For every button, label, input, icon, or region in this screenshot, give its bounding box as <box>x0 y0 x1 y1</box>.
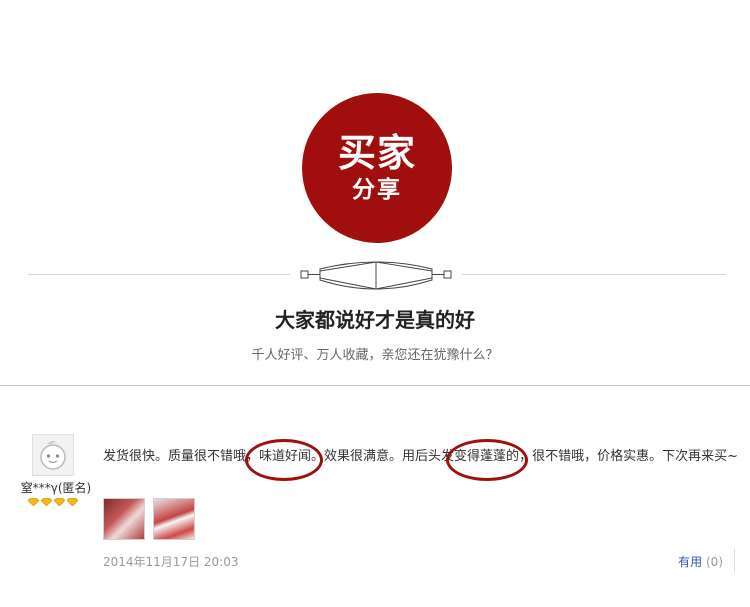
section-heading: 大家都说好才是真的好 <box>275 308 475 332</box>
review-highlight: 味道好闻 <box>245 439 324 481</box>
review-text-part: ，很不错哦，价格实惠。下次再来买~ <box>519 449 738 464</box>
review-highlight: 变得蓬蓬的 <box>446 439 529 481</box>
avatar <box>32 434 74 476</box>
divider-ornament-icon <box>300 261 452 290</box>
divider <box>734 549 735 573</box>
review-highlight-text: 味道好闻 <box>259 449 312 464</box>
review-highlight-text: 变得蓬蓬的 <box>454 449 520 464</box>
review-text-part: 。效果很满意。用后头发 <box>311 449 455 464</box>
badge-subtitle: 分享 <box>352 177 402 203</box>
review-photos <box>103 498 195 540</box>
review-text-part: 发货很快。质量很不错哦， <box>103 449 260 464</box>
useful-count: (0) <box>706 555 723 569</box>
useful-button[interactable]: 有用 (0) <box>678 554 723 570</box>
diamond-icon <box>41 498 52 506</box>
review-photo-thumbnail[interactable] <box>103 498 145 540</box>
divider-left <box>28 274 290 275</box>
useful-label[interactable]: 有用 <box>678 555 702 569</box>
diamond-icon <box>67 498 78 506</box>
review-timestamp: 2014年11月17日 20:03 <box>103 555 239 569</box>
divider-right <box>462 274 726 275</box>
default-avatar-icon <box>40 440 66 470</box>
section-divider <box>0 385 750 386</box>
reviewer-name: 窒***γ(匿名) <box>20 481 92 495</box>
section-subheading: 千人好评、万人收藏，亲您还在犹豫什么？ <box>251 348 499 363</box>
reviewer-level <box>26 498 80 508</box>
diamond-icon <box>54 498 65 506</box>
review-photo-thumbnail[interactable] <box>153 498 195 540</box>
diamond-icon <box>28 498 39 506</box>
badge-title: 买家 <box>337 131 416 175</box>
review-text: 发货很快。质量很不错哦，味道好闻 。效果很满意。用后头发变得蓬蓬的 ，很不错哦，价格… <box>103 439 743 481</box>
buyer-share-badge: 买家 分享 <box>302 93 452 243</box>
